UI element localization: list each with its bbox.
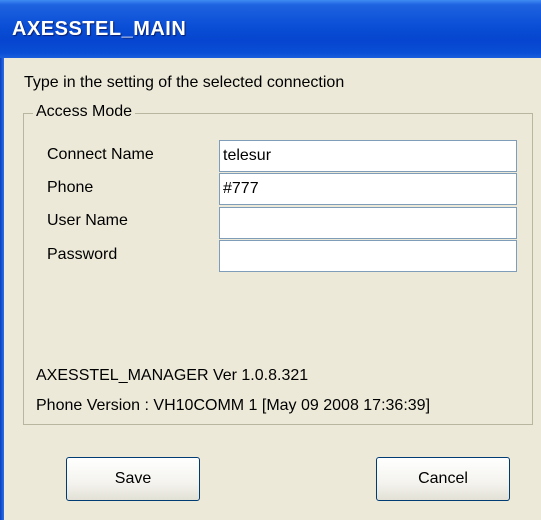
dialog-window: AXESSTEL_MAIN Type in the setting of the… <box>0 0 541 520</box>
window-left-border <box>0 58 4 520</box>
phone-label: Phone <box>47 179 94 196</box>
user-name-label: User Name <box>47 212 128 229</box>
access-mode-legend: Access Mode <box>33 103 136 121</box>
connect-name-label: Connect Name <box>47 146 154 163</box>
phone-version-text: Phone Version : VH10COMM 1 [May 09 2008 … <box>36 397 431 414</box>
title-bar[interactable]: AXESSTEL_MAIN <box>0 0 541 58</box>
phone-input[interactable] <box>219 173 517 205</box>
password-input[interactable] <box>219 240 517 272</box>
connect-name-input[interactable] <box>219 140 517 172</box>
manager-version-text: AXESSTEL_MANAGER Ver 1.0.8.321 <box>36 367 309 384</box>
window-title: AXESSTEL_MAIN <box>12 18 187 40</box>
cancel-button[interactable]: Cancel <box>376 457 510 501</box>
password-label: Password <box>47 246 118 263</box>
save-button[interactable]: Save <box>66 457 200 501</box>
instruction-text: Type in the setting of the selected conn… <box>24 74 345 91</box>
user-name-input[interactable] <box>219 207 517 239</box>
